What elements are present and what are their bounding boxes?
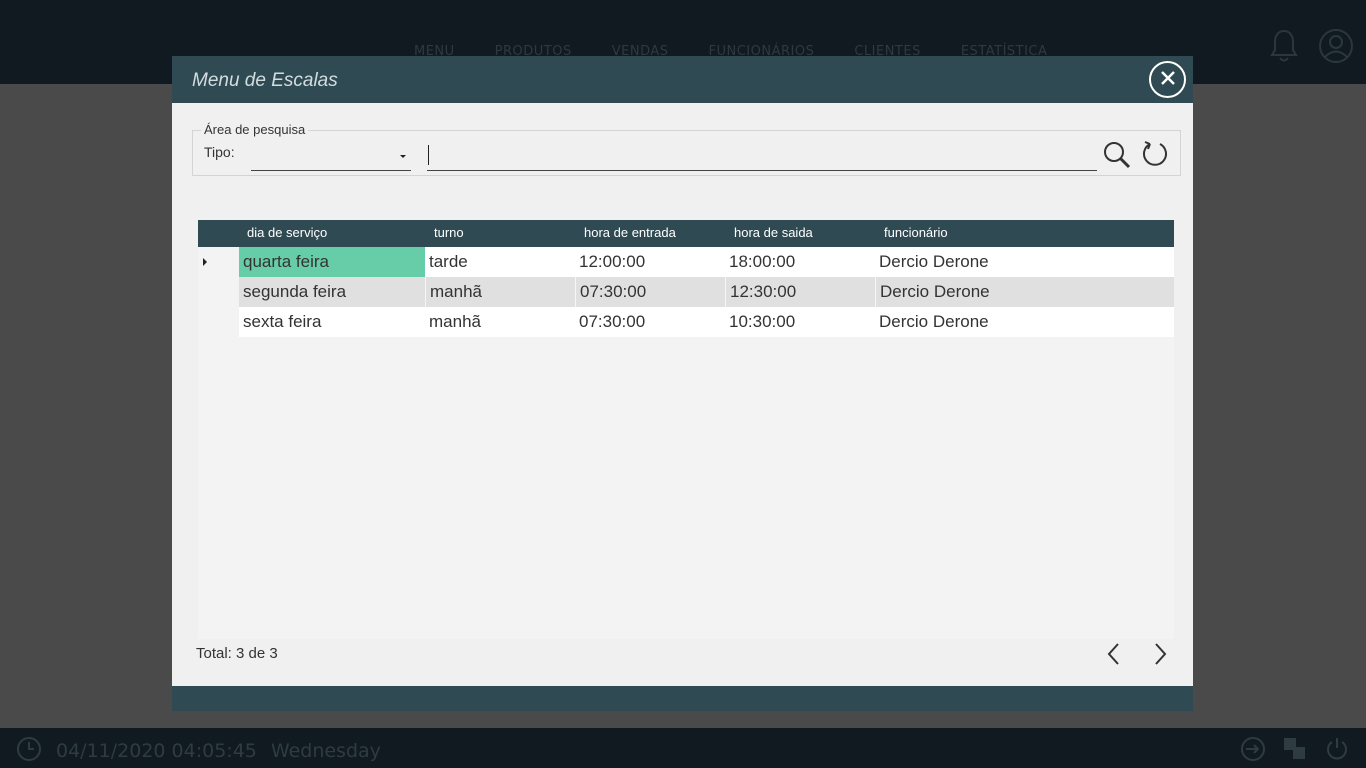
windows-icon[interactable] [1282, 736, 1308, 766]
column-header[interactable]: turno [426, 220, 576, 247]
bell-icon[interactable] [1270, 28, 1298, 64]
current-row-icon [203, 258, 207, 266]
table-header: dia de serviço turno hora de entrada hor… [198, 220, 1174, 247]
status-weekday: Wednesday [270, 740, 381, 762]
search-input[interactable] [427, 141, 1097, 171]
table-row[interactable]: quarta feira tarde 12:00:00 18:00:00 Der… [198, 247, 1174, 277]
escalas-dialog: Menu de Escalas Área de pesquisa Tipo: d… [172, 56, 1193, 711]
row-selector[interactable] [198, 277, 239, 307]
table-cell[interactable]: 12:30:00 [725, 277, 875, 307]
refresh-icon[interactable] [1141, 139, 1169, 173]
search-area-label: Área de pesquisa [201, 122, 309, 137]
column-header[interactable]: hora de entrada [576, 220, 726, 247]
power-icon[interactable] [1324, 736, 1350, 766]
logout-icon[interactable] [1240, 736, 1266, 766]
table-cell[interactable]: manhã [425, 307, 575, 337]
dialog-footer [172, 686, 1193, 711]
dialog-header: Menu de Escalas [172, 56, 1193, 103]
text-cursor [428, 145, 429, 165]
status-datetime: 04/11/2020 04:05:45 [56, 740, 257, 762]
tipo-select[interactable] [251, 141, 411, 171]
table-cell[interactable]: Dercio Derone [875, 277, 1174, 307]
escalas-table: dia de serviço turno hora de entrada hor… [198, 220, 1174, 639]
table-cell[interactable]: Dercio Derone [875, 307, 1174, 337]
total-count: Total: 3 de 3 [196, 645, 278, 662]
table-cell[interactable]: 07:30:00 [575, 307, 725, 337]
clock-icon [16, 736, 42, 766]
table-cell[interactable]: sexta feira [239, 307, 425, 337]
user-icon[interactable] [1318, 28, 1354, 64]
row-header-column [198, 220, 239, 247]
column-header[interactable]: funcionário [876, 220, 1174, 247]
previous-page-button[interactable] [1106, 642, 1122, 670]
table-cell[interactable]: manhã [425, 277, 575, 307]
close-icon [1160, 70, 1176, 90]
column-header[interactable]: dia de serviço [239, 220, 426, 247]
tipo-label: Tipo: [204, 144, 235, 160]
dialog-title: Menu de Escalas [192, 70, 338, 91]
table-cell[interactable]: 07:30:00 [575, 277, 725, 307]
close-button[interactable] [1149, 61, 1186, 98]
search-area: Área de pesquisa Tipo: [192, 122, 1181, 176]
table-row[interactable]: sexta feira manhã 07:30:00 10:30:00 Derc… [198, 307, 1174, 337]
chevron-down-icon [400, 155, 406, 158]
table-cell[interactable]: 10:30:00 [725, 307, 875, 337]
table-cell[interactable]: 12:00:00 [575, 247, 725, 277]
table-cell[interactable]: segunda feira [239, 277, 425, 307]
table-cell[interactable]: Dercio Derone [875, 247, 1174, 277]
table-row[interactable]: segunda feira manhã 07:30:00 12:30:00 De… [198, 277, 1174, 307]
column-header[interactable]: hora de saida [726, 220, 876, 247]
row-selector[interactable] [198, 307, 239, 337]
search-icon[interactable] [1102, 140, 1132, 174]
status-bar: 04/11/2020 04:05:45 Wednesday [0, 728, 1366, 768]
table-cell[interactable]: tarde [425, 247, 575, 277]
next-page-button[interactable] [1152, 642, 1168, 670]
table-cell[interactable]: quarta feira [239, 247, 425, 277]
table-cell[interactable]: 18:00:00 [725, 247, 875, 277]
row-selector[interactable] [198, 247, 239, 277]
